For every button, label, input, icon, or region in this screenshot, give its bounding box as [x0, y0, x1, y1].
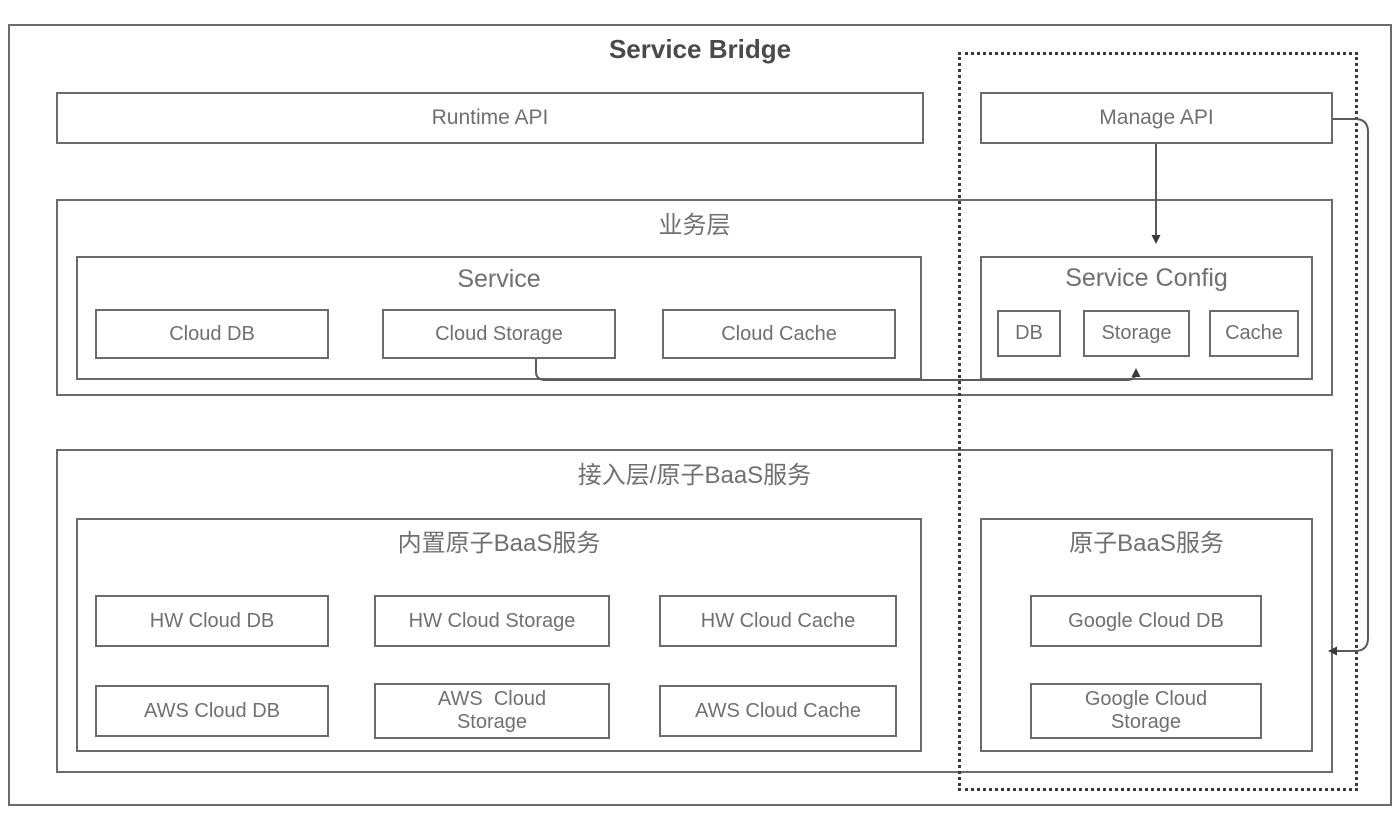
builtin-item-aws-cloud-cache[interactable]: AWS Cloud Cache — [659, 685, 897, 737]
service-group-label: Service — [457, 265, 541, 293]
manage-api-label: Manage API — [1099, 106, 1214, 129]
service-config-group-label: Service Config — [1065, 264, 1228, 292]
service-config-item-label: Cache — [1225, 322, 1283, 344]
builtin-item-label: AWS Cloud DB — [144, 699, 280, 722]
manage-api-box[interactable]: Manage API — [980, 92, 1333, 144]
builtin-item-label: HW Cloud Cache — [700, 609, 856, 632]
builtin-item-label: HW Cloud Storage — [408, 609, 576, 632]
builtin-baas-group-label: 内置原子BaaS服务 — [397, 530, 601, 557]
service-item-label: Cloud DB — [169, 322, 255, 345]
external-item-google-cloud-storage[interactable]: Google Cloud Storage — [1030, 683, 1262, 739]
service-config-item-storage[interactable]: Storage — [1083, 310, 1190, 357]
service-config-item-db[interactable]: DB — [997, 310, 1061, 357]
service-item-label: Cloud Cache — [721, 322, 837, 345]
business-layer-label: 业务层 — [658, 212, 731, 239]
builtin-item-hw-cloud-db[interactable]: HW Cloud DB — [95, 595, 329, 647]
access-layer-label: 接入层/原子BaaS服务 — [577, 462, 812, 489]
service-config-item-label: Storage — [1101, 322, 1172, 344]
service-item-cloud-db[interactable]: Cloud DB — [95, 309, 329, 359]
builtin-item-hw-cloud-storage[interactable]: HW Cloud Storage — [374, 595, 610, 647]
external-baas-group-label: 原子BaaS服务 — [1069, 530, 1224, 557]
builtin-item-aws-cloud-storage[interactable]: AWS Cloud Storage — [374, 683, 610, 739]
service-item-cloud-cache[interactable]: Cloud Cache — [662, 309, 896, 359]
builtin-item-label: AWS Cloud Storage — [437, 688, 547, 733]
external-item-label: Google Cloud DB — [1068, 609, 1224, 632]
service-item-cloud-storage[interactable]: Cloud Storage — [382, 309, 616, 359]
builtin-item-label: AWS Cloud Cache — [695, 699, 861, 722]
runtime-api-box[interactable]: Runtime API — [56, 92, 924, 144]
runtime-api-label: Runtime API — [431, 106, 549, 129]
service-item-label: Cloud Storage — [435, 322, 563, 345]
page-title: Service Bridge — [608, 34, 792, 64]
builtin-item-aws-cloud-db[interactable]: AWS Cloud DB — [95, 685, 329, 737]
builtin-item-hw-cloud-cache[interactable]: HW Cloud Cache — [659, 595, 897, 647]
external-item-google-cloud-db[interactable]: Google Cloud DB — [1030, 595, 1262, 647]
builtin-item-label: HW Cloud DB — [149, 609, 275, 632]
external-item-label: Google Cloud Storage — [1084, 688, 1208, 733]
service-config-item-cache[interactable]: Cache — [1209, 310, 1299, 357]
architecture-diagram: Service Bridge Runtime API Manage API 业务… — [0, 0, 1400, 819]
service-config-item-label: DB — [1015, 322, 1043, 344]
